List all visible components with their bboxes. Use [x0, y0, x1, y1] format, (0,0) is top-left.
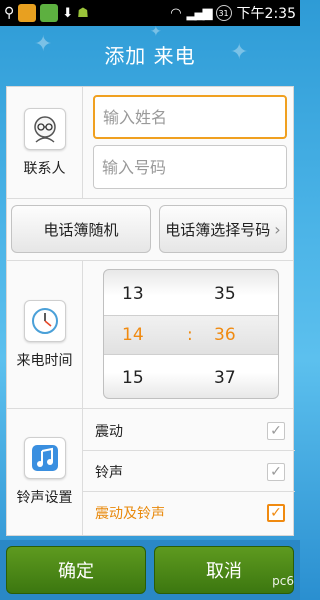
name-input[interactable]: [93, 95, 287, 139]
vibrate-checkbox[interactable]: ✓: [267, 421, 285, 440]
option-vibrate-label: 震动: [95, 423, 123, 440]
bottom-action-bar: 确定 取消: [0, 540, 300, 600]
picker-row[interactable]: 13 35: [104, 274, 278, 314]
notification-icons: ⚲ ⬇ ☗: [4, 4, 89, 22]
ringtone-label-column: 铃声设置: [7, 409, 83, 535]
option-vibrate-and-ringtone[interactable]: 震动及铃声 ✓: [83, 493, 295, 533]
usb-icon: ⚲: [4, 5, 15, 21]
vibrate-and-ringtone-checkbox[interactable]: ✓: [267, 504, 285, 522]
app-notification-icon: [18, 4, 37, 22]
form-card: 联系人 电话簿随机 电话簿选择号码 › 来电时间 1: [6, 86, 295, 536]
confirm-button[interactable]: 确定: [6, 546, 146, 594]
contact-section: 联系人: [7, 87, 293, 199]
battery-icon: 31: [215, 5, 232, 21]
music-note-icon: [23, 437, 66, 479]
clock-icon: [23, 299, 66, 342]
time-section: 来电时间 13 35 14 : 36 15 37: [7, 261, 293, 409]
ringtone-checkbox[interactable]: ✓: [267, 462, 285, 481]
minute-option[interactable]: 37: [214, 368, 236, 388]
picker-row[interactable]: 15 37: [104, 358, 278, 398]
option-vibrate-and-ringtone-label: 震动及铃声: [95, 506, 165, 522]
confirm-label: 确定: [58, 561, 94, 582]
contact-avatar-icon: [23, 107, 66, 150]
download-icon: ⬇: [62, 5, 74, 21]
number-input[interactable]: [93, 145, 287, 189]
contact-label-column: 联系人: [7, 87, 83, 198]
chevron-right-icon: ›: [274, 219, 281, 239]
android-icon: ☗: [77, 5, 89, 21]
phonebook-actions: 电话簿随机 电话簿选择号码 ›: [7, 199, 293, 261]
watermark: pc6: [272, 574, 294, 588]
phonebook-select-label: 电话簿选择号码: [165, 220, 271, 239]
app-notification-icon-2: [40, 4, 59, 22]
ringtone-label: 铃声设置: [16, 490, 73, 506]
status-bar: ⚲ ⬇ ☗ ◠ ▂▄▆ 31 下午2:35: [0, 0, 300, 26]
hour-option[interactable]: 13: [122, 284, 144, 304]
signal-icon: ▂▄▆: [186, 5, 213, 21]
star-decoration-icon: ✦: [230, 40, 250, 65]
selected-minute[interactable]: 36: [214, 325, 236, 345]
time-label: 来电时间: [16, 352, 73, 369]
option-ringtone-label: 铃声: [95, 464, 123, 481]
page-title: 添加 来电: [104, 43, 196, 68]
phonebook-random-label: 电话簿随机: [43, 220, 119, 239]
wifi-icon: ◠: [170, 5, 182, 21]
time-picker[interactable]: 13 35 14 : 36 15 37: [103, 269, 279, 399]
time-label-column: 来电时间: [7, 261, 83, 408]
picker-selected-row[interactable]: 14 : 36: [104, 315, 278, 355]
title-bar: ✦ ✦ ✦ 添加 来电: [0, 24, 300, 82]
hour-option[interactable]: 15: [122, 368, 144, 388]
minute-option[interactable]: 35: [214, 284, 236, 304]
cancel-label: 取消: [206, 561, 242, 582]
phonebook-random-button[interactable]: 电话簿随机: [11, 205, 151, 253]
option-ringtone[interactable]: 铃声 ✓: [83, 452, 295, 492]
selected-hour[interactable]: 14: [122, 325, 144, 345]
option-vibrate[interactable]: 震动 ✓: [83, 411, 295, 451]
contact-label: 联系人: [23, 160, 66, 177]
star-decoration-icon: ✦: [34, 32, 54, 57]
star-decoration-icon: ✦: [150, 24, 163, 40]
time-separator: :: [187, 325, 193, 345]
ringtone-section: 铃声设置 震动 ✓ 铃声 ✓ 震动及铃声 ✓: [7, 409, 295, 535]
phonebook-select-button[interactable]: 电话簿选择号码 ›: [159, 205, 287, 253]
clock: 下午2:35: [236, 6, 296, 22]
